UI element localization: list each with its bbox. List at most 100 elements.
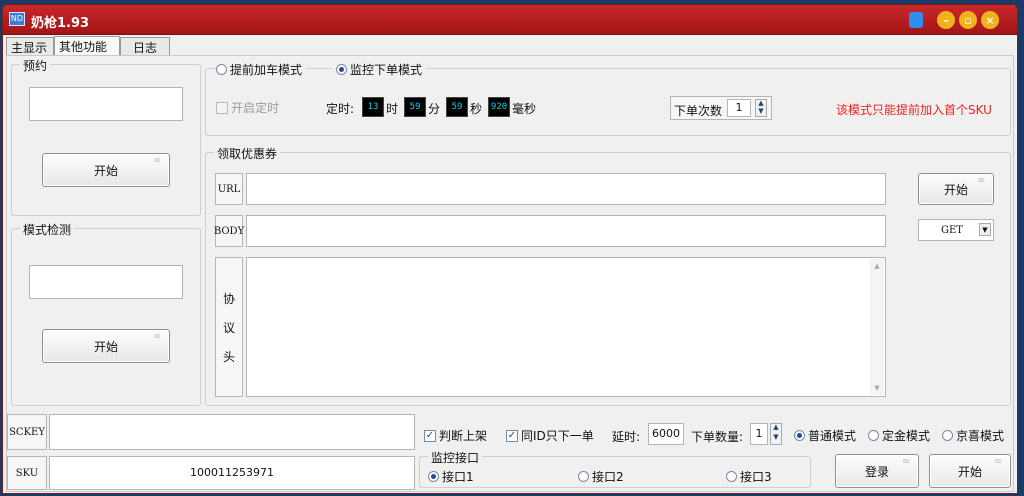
- coupon-group: 领取优惠券 URL BODY 协 议 头 ▲ ▼ 开始 ∞ GET ▼: [205, 145, 1011, 406]
- mode-detect-start-label: 开始: [93, 339, 118, 354]
- mode-detect-input[interactable]: [29, 265, 183, 299]
- reserve-input[interactable]: [29, 87, 183, 121]
- enable-timer-label: 开启定时: [231, 101, 280, 115]
- radio-interface-3-label: 接口3: [740, 470, 772, 484]
- tab-panel: 预约 开始 ∞ 模式检测 开始 ∞ 提前加车模式 监控下单模式 开启定时 定时:…: [6, 55, 1014, 492]
- tab-log[interactable]: 日志: [120, 37, 170, 55]
- order-count-input[interactable]: 1: [727, 99, 751, 117]
- radio-jx-mode[interactable]: 京喜模式: [942, 427, 1004, 444]
- monitor-interface-title: 监控接口: [428, 449, 483, 466]
- headers-label: 协 议 头: [215, 257, 243, 397]
- spin-down-icon[interactable]: ▼: [771, 434, 781, 444]
- mode-detect-start-button[interactable]: 开始 ∞: [42, 329, 170, 363]
- timer-hour[interactable]: 13: [362, 97, 384, 117]
- check-same-id-checkbox[interactable]: ✓ 同ID只下一单: [506, 427, 594, 444]
- enable-timer-checkbox[interactable]: 开启定时: [216, 99, 279, 116]
- delay-input[interactable]: 6000: [648, 423, 684, 445]
- radio-interface-1[interactable]: 接口1: [428, 468, 474, 485]
- login-label: 登录: [864, 464, 889, 479]
- window-title: 奶枪1.93: [31, 16, 90, 31]
- mode-detect-group: 模式检测 开始 ∞: [11, 221, 201, 406]
- radio-interface-1-label: 接口1: [442, 470, 474, 484]
- main-window: ND 奶枪1.93 – ▫ × 主显示 其他功能 日志 预约 开始 ∞ 模式检测…: [2, 4, 1018, 494]
- main-start-button[interactable]: 开始 ∞: [929, 454, 1011, 488]
- radio-circle: [726, 471, 737, 482]
- url-input[interactable]: [246, 173, 886, 205]
- title-bar[interactable]: ND 奶枪1.93 – ▫ ×: [3, 5, 1017, 35]
- headers-textarea[interactable]: ▲ ▼: [246, 257, 886, 397]
- checkbox-box: [216, 101, 228, 114]
- radio-normal-mode[interactable]: 普通模式: [794, 427, 856, 444]
- sku-label: SKU: [7, 456, 47, 490]
- app-icon: ND: [9, 12, 25, 26]
- body-label: BODY: [214, 215, 244, 247]
- url-label: URL: [215, 173, 243, 205]
- login-button[interactable]: 登录 ∞: [835, 454, 919, 488]
- tab-other-functions[interactable]: 其他功能: [54, 36, 120, 56]
- radio-jx-label: 京喜模式: [956, 429, 1005, 443]
- qty-label: 下单数量:: [691, 430, 744, 444]
- radio-deposit-mode[interactable]: 定金模式: [868, 427, 930, 444]
- cloud-deco-icon: ∞: [152, 155, 162, 166]
- timer-second[interactable]: 59: [446, 97, 468, 117]
- timer-ms[interactable]: 920: [488, 97, 510, 117]
- headers-label-char: 头: [222, 349, 235, 364]
- reserve-start-button[interactable]: 开始 ∞: [42, 153, 170, 187]
- qty-input[interactable]: 1: [750, 423, 768, 445]
- radio-circle: [428, 471, 439, 482]
- minimize-button[interactable]: –: [937, 11, 955, 29]
- mode-warning: 该模式只能提前加入首个SKU: [836, 103, 992, 117]
- chevron-down-icon[interactable]: ▼: [979, 223, 991, 236]
- radio-normal-label: 普通模式: [808, 429, 857, 443]
- order-mode-group: 提前加车模式 监控下单模式 开启定时 定时: 13 时 59 分 59 秒 92…: [205, 61, 1011, 136]
- minute-unit: 分: [428, 102, 441, 116]
- qty-spinner[interactable]: ▲ ▼: [770, 423, 782, 445]
- check-shelf-checkbox[interactable]: ✓ 判断上架: [424, 427, 487, 444]
- ms-unit: 毫秒: [512, 102, 537, 116]
- cloud-deco-icon: ∞: [901, 456, 911, 467]
- radio-interface-3[interactable]: 接口3: [726, 468, 772, 485]
- close-button[interactable]: ×: [981, 11, 999, 29]
- timer-minute[interactable]: 59: [404, 97, 426, 117]
- second-unit: 秒: [470, 102, 483, 116]
- cloud-deco-icon: ∞: [993, 456, 1003, 467]
- check-same-id-label: 同ID只下一单: [521, 429, 594, 443]
- radio-preadd-label: 提前加车模式: [230, 63, 303, 77]
- monitor-interface-group: 监控接口 接口1 接口2 接口3: [419, 449, 811, 488]
- sckey-input[interactable]: [49, 414, 415, 450]
- delay-label: 延时:: [612, 430, 641, 444]
- sckey-label: SCKEY: [7, 414, 47, 450]
- radio-interface-2[interactable]: 接口2: [578, 468, 624, 485]
- scroll-up-icon[interactable]: ▲: [870, 259, 884, 273]
- tab-main[interactable]: 主显示: [6, 37, 54, 55]
- spin-down-icon[interactable]: ▼: [756, 108, 766, 116]
- headers-scrollbar[interactable]: ▲ ▼: [870, 259, 884, 395]
- sku-input[interactable]: 100011253971: [49, 456, 415, 490]
- radio-monitor-mode[interactable]: 监控下单模式: [332, 61, 427, 78]
- radio-preadd-mode[interactable]: 提前加车模式: [216, 61, 307, 78]
- hour-unit: 时: [386, 102, 399, 116]
- radio-monitor-label: 监控下单模式: [350, 63, 423, 77]
- radio-interface-2-label: 接口2: [592, 470, 624, 484]
- reserve-group: 预约 开始 ∞: [11, 57, 201, 216]
- cloud-deco-icon: ∞: [152, 331, 162, 342]
- check-shelf-label: 判断上架: [439, 429, 488, 443]
- maximize-button[interactable]: ▫: [959, 11, 977, 29]
- headers-label-char: 协: [222, 291, 235, 306]
- order-count-spinner[interactable]: ▲ ▼: [755, 99, 767, 117]
- http-method-select[interactable]: GET ▼: [918, 219, 994, 241]
- cloud-deco-icon: ∞: [976, 175, 986, 186]
- mode-detect-group-title: 模式检测: [20, 221, 75, 238]
- timer-label: 定时:: [326, 102, 355, 116]
- radio-circle: [216, 64, 227, 75]
- order-count-label: 下单次数: [674, 104, 723, 118]
- body-input[interactable]: [246, 215, 886, 247]
- radio-circle: [942, 430, 953, 441]
- headers-label-char: 议: [222, 320, 235, 335]
- radio-circle: [578, 471, 589, 482]
- coupon-start-button[interactable]: 开始 ∞: [918, 173, 994, 205]
- scroll-down-icon[interactable]: ▼: [870, 381, 884, 395]
- reserve-group-title: 预约: [20, 57, 51, 74]
- skin-icon[interactable]: [909, 12, 923, 28]
- main-start-label: 开始: [957, 464, 982, 479]
